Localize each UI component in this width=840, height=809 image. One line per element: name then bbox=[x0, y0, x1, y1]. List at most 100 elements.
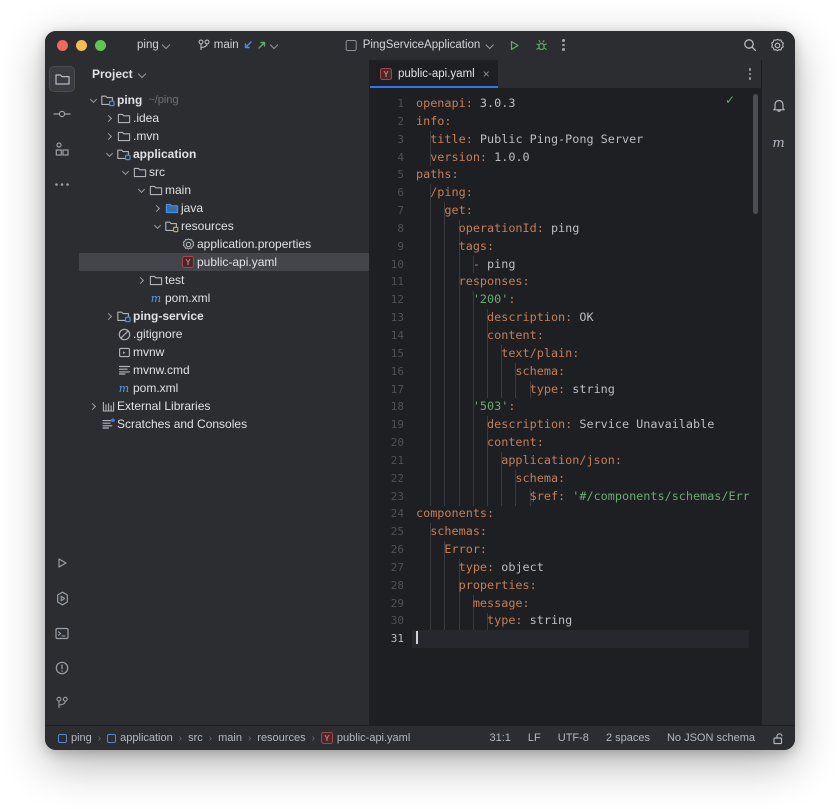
tree-item-test[interactable]: test bbox=[79, 271, 369, 289]
sidebar-item-more[interactable] bbox=[49, 171, 75, 197]
minimize-window-button[interactable] bbox=[76, 40, 87, 51]
tree-item-ping-service[interactable]: ping-service bbox=[79, 307, 369, 325]
code-line: schemas: bbox=[412, 523, 749, 541]
code-line: schema: bbox=[412, 470, 749, 488]
chevron-right-icon[interactable] bbox=[103, 134, 115, 139]
run-configuration-selector[interactable]: PingServiceApplication bbox=[346, 39, 495, 51]
tree-item-application[interactable]: application bbox=[79, 145, 369, 163]
breadcrumb[interactable]: ping›application›src›main›resources›Ypub… bbox=[58, 732, 410, 744]
tree-item-label: mvnw bbox=[133, 345, 164, 359]
tab-filename-label: public-api.yaml bbox=[398, 68, 475, 80]
sidebar-item-version-control[interactable] bbox=[49, 690, 75, 716]
module-icon bbox=[107, 734, 116, 743]
tree-item-idea[interactable]: .idea bbox=[79, 109, 369, 127]
breadcrumb-item[interactable]: application bbox=[107, 732, 173, 744]
tree-item-label: resources bbox=[181, 219, 234, 233]
tree-item-resources[interactable]: resources bbox=[79, 217, 369, 235]
unlocked-padlock-icon[interactable] bbox=[772, 732, 785, 745]
tree-item-pom-xml[interactable]: mpom.xml bbox=[79, 289, 369, 307]
encoding[interactable]: UTF-8 bbox=[558, 732, 589, 744]
tree-item-java[interactable]: java bbox=[79, 199, 369, 217]
breadcrumb-item[interactable]: ping bbox=[58, 732, 92, 744]
line-number: 24 bbox=[370, 505, 404, 523]
maximize-window-button[interactable] bbox=[95, 40, 106, 51]
inspection-status-icon[interactable]: ✓ bbox=[725, 94, 735, 106]
code-token bbox=[416, 292, 473, 306]
sidebar-item-run[interactable] bbox=[49, 550, 75, 576]
sidebar-item-maven[interactable]: m bbox=[766, 130, 792, 156]
line-separator[interactable]: LF bbox=[528, 732, 541, 744]
run-button[interactable] bbox=[508, 39, 521, 52]
breadcrumb-item[interactable]: resources bbox=[257, 732, 305, 744]
chevron-right-icon[interactable] bbox=[151, 206, 163, 211]
tree-item-external-libraries[interactable]: External Libraries bbox=[79, 397, 369, 415]
sidebar-item-services[interactable] bbox=[49, 585, 75, 611]
tree-item-gitignore[interactable]: .gitignore bbox=[79, 325, 369, 343]
run-icon bbox=[55, 556, 69, 570]
line-number: 1 bbox=[370, 95, 404, 113]
close-icon[interactable]: × bbox=[481, 68, 490, 80]
sidebar-item-structure[interactable] bbox=[49, 136, 75, 162]
code-token: description: bbox=[416, 417, 572, 431]
code-editor[interactable]: 1234567891011121314151617181920212223242… bbox=[370, 88, 761, 725]
tree-item-src[interactable]: src bbox=[79, 163, 369, 181]
line-number: 13 bbox=[370, 309, 404, 327]
sidebar-item-notifications[interactable] bbox=[766, 92, 792, 118]
code-token: properties: bbox=[416, 578, 537, 592]
tree-item-mvnw[interactable]: mvnw bbox=[79, 343, 369, 361]
code-line: paths: bbox=[412, 166, 749, 184]
chevron-right-icon[interactable] bbox=[103, 116, 115, 121]
editor-scrollbar[interactable] bbox=[753, 94, 758, 214]
chevron-down-icon[interactable] bbox=[103, 153, 115, 156]
tree-item-label: ping bbox=[117, 93, 142, 107]
code-content[interactable]: openapi: 3.0.3info: title: Public Ping-P… bbox=[412, 88, 749, 725]
more-actions-button[interactable] bbox=[562, 39, 565, 51]
project-panel-header[interactable]: Project bbox=[79, 60, 369, 88]
code-token: object bbox=[494, 560, 544, 574]
code-token: type: bbox=[416, 560, 494, 574]
bell-icon bbox=[772, 98, 786, 113]
tab-public-api-yaml[interactable]: Y public-api.yaml × bbox=[370, 60, 498, 88]
project-selector[interactable]: ping bbox=[132, 37, 176, 53]
debug-button[interactable] bbox=[535, 39, 548, 52]
close-window-button[interactable] bbox=[57, 40, 68, 51]
tree-item-label: java bbox=[181, 201, 203, 215]
search-icon[interactable] bbox=[743, 38, 757, 52]
line-number: 29 bbox=[370, 595, 404, 613]
indent-setting[interactable]: 2 spaces bbox=[606, 732, 650, 744]
tree-item-ping[interactable]: ping~/ping bbox=[79, 91, 369, 109]
code-line: version: 1.0.0 bbox=[412, 149, 749, 167]
tree-item-public-api-yaml[interactable]: Ypublic-api.yaml bbox=[79, 253, 369, 271]
chevron-right-icon[interactable] bbox=[87, 404, 99, 409]
breadcrumb-item[interactable]: main bbox=[218, 732, 242, 744]
chevron-down-icon[interactable] bbox=[87, 99, 99, 102]
sidebar-item-terminal[interactable] bbox=[49, 620, 75, 646]
caret-position[interactable]: 31:1 bbox=[490, 732, 511, 744]
branch-widget[interactable]: main bbox=[198, 39, 279, 52]
tree-item-mvnw-cmd[interactable]: mvnw.cmd bbox=[79, 361, 369, 379]
breadcrumb-label: public-api.yaml bbox=[337, 732, 410, 744]
breadcrumb-item[interactable]: src bbox=[188, 732, 203, 744]
chevron-down-icon[interactable] bbox=[119, 171, 131, 174]
code-line: $ref: '#/components/schemas/Error' bbox=[412, 488, 749, 506]
chevron-down-icon[interactable] bbox=[151, 225, 163, 228]
sidebar-item-project[interactable] bbox=[49, 66, 75, 92]
project-tree[interactable]: ping~/ping.idea.mvnapplicationsrcmain jav… bbox=[79, 88, 369, 725]
gear-icon[interactable] bbox=[770, 38, 785, 53]
tree-item-application-properties[interactable]: application.properties bbox=[79, 235, 369, 253]
tree-item-main[interactable]: main bbox=[79, 181, 369, 199]
tree-item-scratches-and-consoles[interactable]: Scratches and Consoles bbox=[79, 415, 369, 433]
services-icon bbox=[55, 591, 70, 606]
editor-options-button[interactable] bbox=[749, 68, 752, 80]
chevron-down-icon[interactable] bbox=[135, 189, 147, 192]
chevron-right-icon[interactable] bbox=[103, 314, 115, 319]
code-token: message: bbox=[416, 596, 530, 610]
sidebar-item-problems[interactable] bbox=[49, 655, 75, 681]
sidebar-item-commit[interactable] bbox=[49, 101, 75, 127]
chevron-right-icon[interactable] bbox=[135, 278, 147, 283]
tree-item-mvn[interactable]: .mvn bbox=[79, 127, 369, 145]
json-schema-status[interactable]: No JSON schema bbox=[667, 732, 755, 744]
branch-name-label: main bbox=[214, 39, 239, 51]
breadcrumb-item[interactable]: Ypublic-api.yaml bbox=[321, 732, 410, 744]
tree-item-pom-xml[interactable]: mpom.xml bbox=[79, 379, 369, 397]
